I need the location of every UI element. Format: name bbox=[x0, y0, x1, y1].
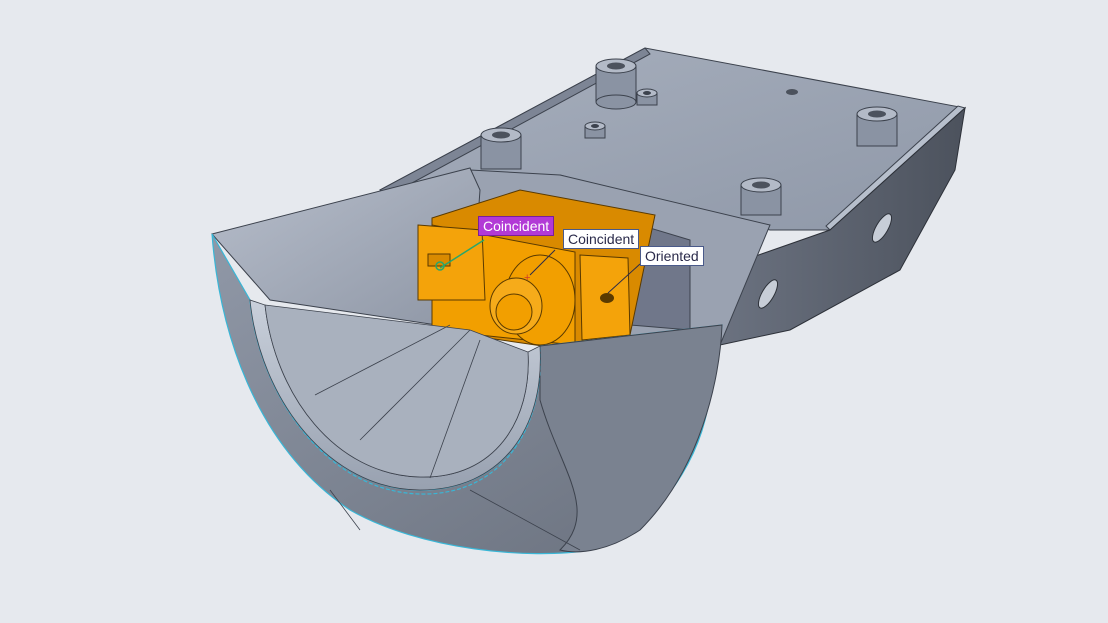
mount-hole-right bbox=[600, 293, 614, 303]
standoff-boss-1[interactable] bbox=[595, 58, 637, 110]
servo-output-shaft[interactable] bbox=[495, 293, 533, 331]
standoff-boss-4[interactable] bbox=[740, 177, 782, 216]
constraint-tag-coincident-selected[interactable]: Coincident bbox=[478, 216, 555, 236]
pin-hole bbox=[786, 89, 798, 95]
servo-motor[interactable]: + bbox=[417, 189, 656, 351]
model-canvas[interactable]: + bbox=[0, 0, 1108, 623]
datum-axis-marker: + bbox=[524, 272, 530, 284]
3d-graphics-viewport[interactable]: + Coincident Coincident Oriented bbox=[0, 0, 1108, 623]
constraint-tag-coincident[interactable]: Coincident bbox=[563, 229, 640, 249]
standoff-boss-3[interactable] bbox=[856, 106, 898, 147]
small-boss-1[interactable] bbox=[636, 88, 658, 106]
constraint-tag-oriented[interactable]: Oriented bbox=[640, 246, 704, 266]
small-boss-2[interactable] bbox=[584, 121, 606, 139]
standoff-boss-2[interactable] bbox=[480, 127, 522, 170]
